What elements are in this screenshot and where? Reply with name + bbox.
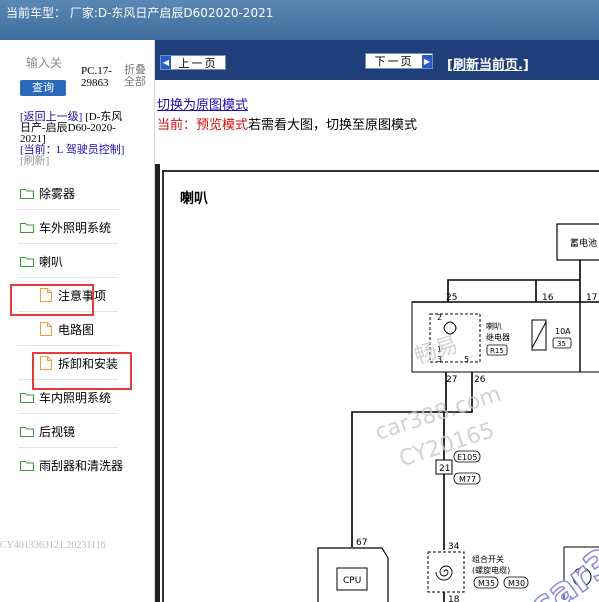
tree-item-wiring-diagram[interactable]: 电路图 (18, 312, 140, 346)
document-icon (40, 322, 52, 336)
folder-icon (20, 426, 34, 437)
tree-item-mirrors[interactable]: 后视镜 (18, 414, 140, 448)
tree-item-label: 喇叭 (39, 254, 64, 269)
tree-item-wipers[interactable]: 雨刮器和清洗器 (20, 448, 140, 482)
wiring-diagram-image[interactable]: 蓄电池 25 16 17 2 1 3 5 喇叭 继电器 R15 10A 35 2… (162, 170, 599, 602)
prev-page-label: 上一页 (178, 56, 218, 70)
arrow-left-icon: ◀ (161, 56, 171, 69)
connector-label: M77 (459, 475, 476, 484)
refresh-page-link[interactable]: [刷新当前页.] (447, 54, 529, 73)
watermark-code: CY4013363121.20231116 (0, 540, 106, 551)
tree-item-label: 车内照明系统 (39, 390, 112, 405)
watermark-logo: car38 (521, 524, 599, 602)
pin-label: 17 (586, 293, 597, 303)
pin-label: 27 (446, 375, 457, 385)
connector-label: M30 (508, 579, 525, 588)
pin-label: 26 (474, 375, 486, 385)
next-page-button[interactable]: 下一页 ▶ (365, 53, 433, 69)
collapse-all-button[interactable]: 折叠全部 (124, 64, 150, 88)
battery-label: 蓄电池 (570, 237, 597, 249)
folder-icon (20, 460, 34, 471)
pin-label: 21 (439, 464, 450, 474)
tree-item-exterior-lighting[interactable]: 车外照明系统 (18, 210, 140, 244)
search-button[interactable]: 查询 (20, 80, 66, 96)
status-prefix: 当前： (157, 118, 197, 133)
prev-page-button[interactable]: ◀ 上一页 (160, 55, 226, 70)
left-panel: 输入关 查询 PC.17-29863 折叠全部 [返回上一级] [D-东风日产-… (0, 40, 155, 602)
search-row: 输入关 查询 PC.17-29863 折叠全部 (0, 52, 154, 96)
tree-item-label: 除雾器 (39, 186, 76, 201)
tree-item-label: 电路图 (58, 322, 95, 337)
mode-status: 当前：预览模式若需看大图，切换至原图模式 (157, 114, 417, 133)
tree-item-label: 车外照明系统 (39, 220, 112, 235)
folder-icon (20, 188, 34, 199)
search-input[interactable]: 输入关 (20, 54, 68, 71)
diagram-title: 喇叭 (180, 191, 208, 207)
tree-item-label: 后视镜 (39, 424, 76, 439)
page-nav-bar: ◀ 上一页 下一页 ▶ [刷新当前页.] (155, 40, 599, 80)
fuse-rating: 10A (555, 327, 571, 336)
next-page-label: 下一页 (374, 55, 414, 68)
breadcrumb: [返回上一级] [D-东风日产-启辰D60-2020-2021] [当前：L 驾… (20, 112, 132, 167)
tree-item-label: 雨刮器和清洗器 (39, 458, 124, 473)
pin-label: 5 (464, 355, 469, 364)
connector-label: E105 (457, 453, 477, 462)
cpu-label: CPU (343, 576, 361, 586)
folder-icon (20, 222, 34, 233)
highlight-wiring-diagram (32, 352, 132, 390)
fuse-code: 35 (557, 340, 566, 348)
title-bar: 当前车型： 厂家:D-东风日产启辰D602020-2021 (0, 0, 599, 40)
folder-icon (20, 392, 34, 403)
relay-label: 继电器 (486, 332, 510, 342)
combo-switch-label: (螺旋电缆) (472, 565, 510, 575)
diagram-border (155, 164, 160, 602)
pin-label: 16 (542, 293, 554, 303)
highlight-horn (10, 284, 94, 316)
status-mode: 预览模式 (196, 118, 249, 133)
relay-label: 喇叭 (486, 321, 502, 331)
tree-item-defogger[interactable]: 除雾器 (18, 176, 140, 210)
pc-code: PC.17-29863 (81, 65, 112, 89)
combo-switch-label: 组合开关 (472, 554, 504, 564)
switch-original-mode-link[interactable]: 切换为原图模式 (157, 94, 248, 113)
arrow-right-icon: ▶ (422, 54, 432, 68)
refresh-crumb[interactable]: [刷新] (20, 155, 49, 167)
tree-item-horn[interactable]: 喇叭 (18, 244, 140, 278)
pin-label: 34 (448, 542, 460, 552)
current-model-label: 当前车型： 厂家:D-东风日产启辰D602020-2021 (6, 6, 274, 20)
pin-label: 25 (446, 293, 457, 303)
status-hint: 若需看大图，切换至原图模式 (248, 118, 418, 133)
pin-label: 2 (437, 313, 442, 322)
connector-label: M35 (478, 579, 495, 588)
relay-code: R15 (490, 347, 504, 355)
folder-open-icon (20, 256, 34, 267)
pin-label: 67 (356, 538, 367, 548)
pin-label: 18 (448, 595, 460, 602)
